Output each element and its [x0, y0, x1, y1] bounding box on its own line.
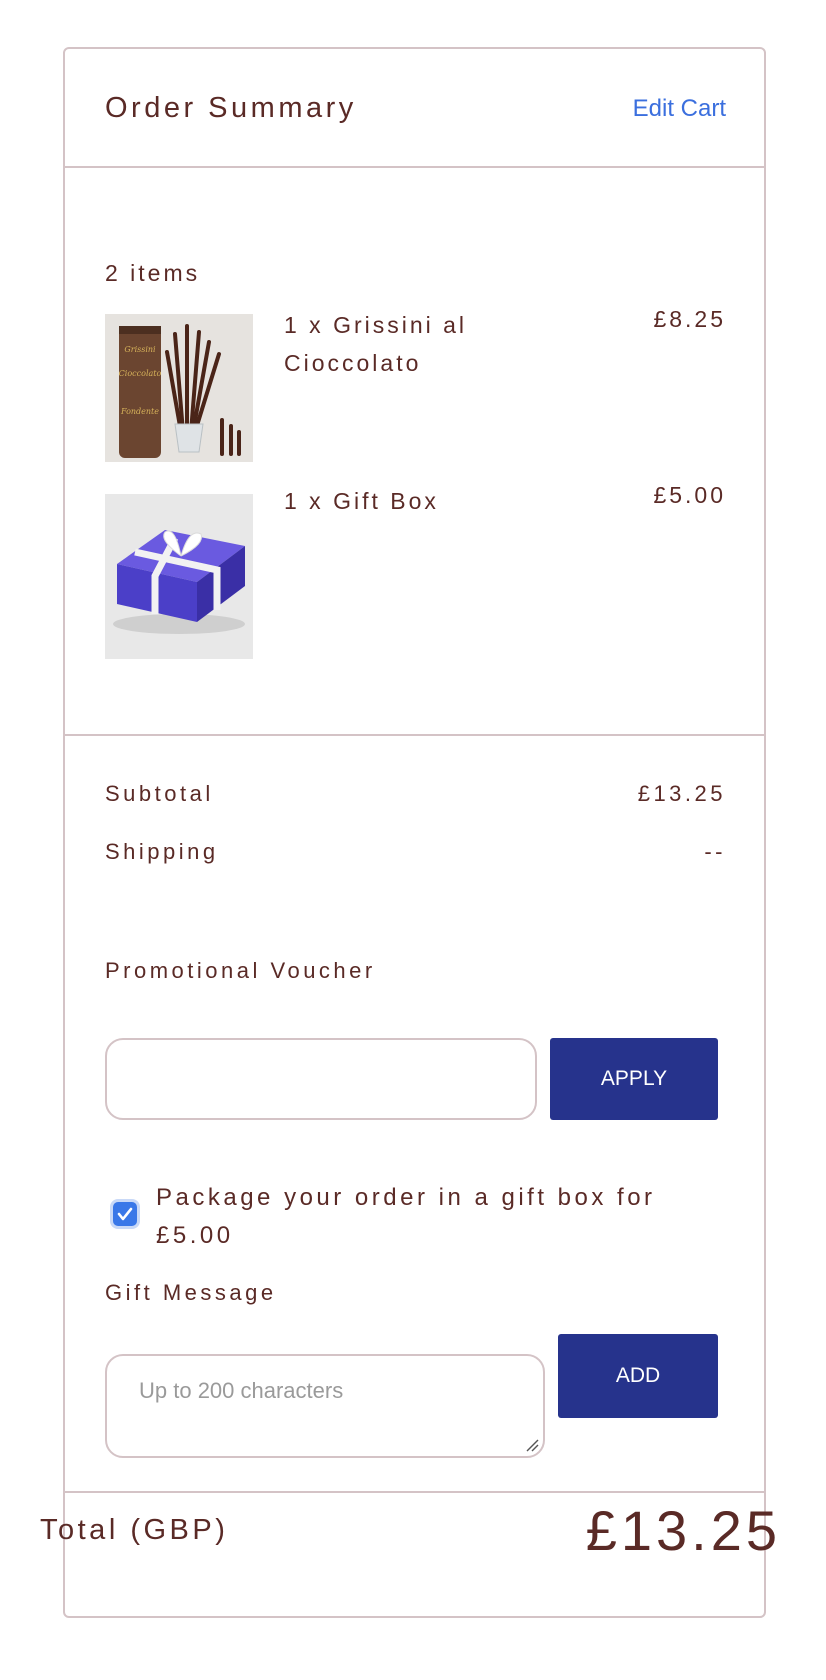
subtotal-label: Subtotal	[105, 781, 214, 806]
svg-text:Cioccolato: Cioccolato	[119, 369, 162, 378]
gift-message-placeholder: Up to 200 characters	[139, 1378, 344, 1403]
cart-items-section: 2 items Grissini Cioccolato Fondente 1 x…	[65, 168, 764, 736]
cart-item-price: £8.25	[653, 306, 726, 332]
cart-item-price: £5.00	[653, 482, 726, 508]
apply-voucher-button[interactable]: APPLY	[550, 1038, 718, 1120]
shipping-value: --	[704, 839, 726, 864]
voucher-label: Promotional Voucher	[105, 958, 376, 983]
resize-handle-icon[interactable]	[525, 1438, 539, 1452]
page-title: Order Summary	[105, 92, 357, 124]
item-count: 2 items	[105, 260, 201, 286]
gift-message-label: Gift Message	[105, 1280, 277, 1305]
shipping-label: Shipping	[105, 839, 219, 864]
voucher-input[interactable]	[105, 1038, 537, 1120]
svg-text:Fondente: Fondente	[120, 407, 159, 416]
add-gift-message-button[interactable]: ADD	[558, 1334, 718, 1418]
totals-section: Subtotal £13.25 Shipping -- Promotional …	[65, 736, 764, 1493]
subtotal-value: £13.25	[637, 781, 726, 806]
gift-message-textarea[interactable]: Up to 200 characters	[105, 1354, 545, 1458]
edit-cart-link[interactable]: Edit Cart	[633, 95, 726, 123]
svg-text:Grissini: Grissini	[124, 345, 156, 354]
order-summary-card: Order Summary Edit Cart 2 items Grissini…	[63, 47, 766, 1618]
cart-item-name: 1 x Grissini al Cioccolato	[284, 312, 468, 376]
gift-box-option-label: Package your order in a gift box for £5.…	[156, 1184, 656, 1249]
total-label: Total (GBP)	[40, 1514, 229, 1546]
checkmark-icon	[117, 1207, 133, 1221]
total-value: £13.25	[585, 1499, 781, 1562]
summary-header: Order Summary Edit Cart	[65, 49, 764, 168]
cart-item-name: 1 x Gift Box	[284, 488, 439, 514]
grissini-image: Grissini Cioccolato Fondente	[105, 314, 253, 462]
gift-box-checkbox[interactable]	[113, 1202, 137, 1226]
gift-box-image	[105, 494, 253, 659]
